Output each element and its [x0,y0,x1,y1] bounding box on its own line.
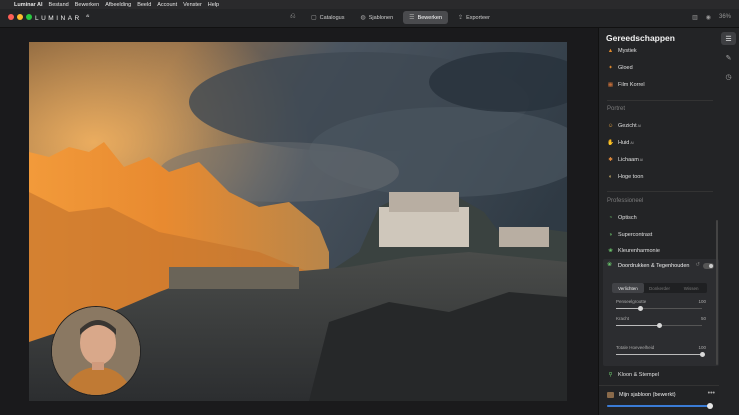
templates-icon: ◍ [360,15,366,21]
divider [607,191,713,192]
tool-kloon-stempel[interactable]: ⚲ Kloon & Stempel [607,370,658,380]
menu-file[interactable]: Bestand [49,2,69,8]
glow-icon: ✦ [608,64,613,71]
template-bar: Mijn sjabloon (bewerkt) ••• [599,385,719,415]
tool-gloed[interactable]: ✦ Gloed [607,63,633,73]
slider-label-totale-hoeveelheid: Totale Hoeveelheid [616,345,655,350]
tool-film-korrel[interactable]: ▦ Film Korrel [607,80,645,90]
zoom-window-button[interactable] [26,14,32,20]
mystical-icon: ▲ [607,47,614,54]
panel-title: Gereedschappen [606,33,675,43]
menu-image[interactable]: Afbeelding [105,2,131,8]
presenter-webcam [51,306,141,396]
brush-icon[interactable]: ✎ [721,51,736,64]
undo-icon[interactable]: ⎌ [290,13,296,21]
zoom-level[interactable]: 36% [719,14,731,21]
tab-exporteer[interactable]: ⇪ Exporteer [452,11,496,24]
clone-stamp-icon: ⚲ [608,371,613,378]
tool-lichaam[interactable]: ✱ Lichaam AI [607,155,643,165]
template-name[interactable]: Mijn sjabloon (bewerkt) [619,392,676,398]
view-controls: ▥ ◉ 36% [692,14,731,21]
high-key-icon: ◐ [608,173,613,180]
film-grain-icon: ▦ [607,81,614,88]
slider-knob[interactable] [637,306,643,311]
segment-verlichten[interactable]: Verlichten [612,283,644,293]
tool-kleurenharmonie[interactable]: ❀ Kleurenharmonie [607,246,660,256]
tool-mystiek[interactable]: ▲ Mystiek [607,46,637,56]
edit-icon: ☰ [409,15,415,21]
right-sidebar: Gereedschappen ▲ Mystiek ✦ Gloed ▦ Film Kor… [598,28,739,415]
reset-icon[interactable]: ↺ [695,262,700,268]
menu-bar: Luminar AI Bestand Bewerken Afbeelding B… [0,0,739,9]
tool-visibility-toggle[interactable] [703,263,714,269]
sliders-icon[interactable]: ☰ [721,32,736,45]
section-portret: Portret [607,106,626,112]
supercontrast-icon: ◑ [608,231,613,238]
slider-value-totale-hoeveelheid: 100 [698,345,706,350]
template-amount-slider[interactable] [607,403,713,409]
menu-view[interactable]: Beeld [137,2,151,8]
main-tabs: ▢ Catalogus ◍ Sjablonen ☰ Bewerken ⇪ Exporte… [305,11,496,24]
tool-supercontrast[interactable]: ◑ Supercontrast [607,230,652,240]
window-controls [8,14,32,20]
face-icon: ☺ [607,122,614,129]
menu-edit[interactable]: Bewerken [75,2,99,8]
slider-knob[interactable] [706,403,713,409]
optical-icon: ◔ [608,214,613,221]
section-professioneel: Professioneel [607,198,644,204]
tool-huid[interactable]: ✋ Huid AI [607,138,634,148]
history-icon[interactable]: ◷ [721,70,736,83]
image-canvas [0,28,598,415]
tool-hoge-toon[interactable]: ◐ Hoge toon [607,172,644,182]
color-harmony-icon: ❀ [608,247,613,254]
slider-knob[interactable] [699,352,705,357]
tab-catalogus[interactable]: ▢ Catalogus [305,11,350,24]
more-options-icon[interactable]: ••• [708,390,715,397]
slider-penseelgrootte[interactable] [616,306,702,311]
tab-bewerken[interactable]: ☰ Bewerken [403,11,449,24]
template-thumbnail [607,392,614,398]
tool-doordrukken-tegenhouden-expanded: ❀ Doordrukken & Tegenhouden ↺ Verlichten … [603,259,719,366]
preview-eye-icon[interactable]: ◉ [706,14,711,21]
luminar-logo: LUMINAR AI [35,14,90,23]
catalog-icon: ▢ [311,15,317,21]
tool-optisch[interactable]: ◔ Optisch [607,213,637,223]
segment-donkerder[interactable]: Donkerder [644,283,676,293]
slider-value-kracht: 50 [700,316,706,321]
menu-help[interactable]: Help [208,2,219,8]
slider-label-kracht: Kracht [616,316,630,321]
slider-kracht[interactable] [616,323,702,328]
slider-totale-hoeveelheid[interactable] [616,352,705,357]
close-window-button[interactable] [8,14,14,20]
slider-value-penseelgrootte: 100 [698,299,706,304]
title-bar: LUMINAR AI ⎌ ▢ Catalogus ◍ Sjablonen ☰ Bewe… [0,9,739,28]
minimize-window-button[interactable] [17,14,23,20]
tab-sjablonen[interactable]: ◍ Sjablonen [354,11,399,24]
tool-gezicht[interactable]: ☺ Gezicht AI [607,121,641,131]
divider [607,100,713,101]
tool-doordrukken-tegenhouden[interactable]: ❀ Doordrukken & Tegenhouden [607,262,689,269]
compare-icon[interactable]: ▥ [692,14,698,21]
slider-label-penseelgrootte: Penseelgrootte [616,299,647,304]
menu-window[interactable]: Venster [183,2,202,8]
tool-mode-column: ☰ ✎ ◷ [718,28,739,415]
dodge-burn-icon: ❀ [607,262,613,268]
slider-knob[interactable] [656,323,662,328]
tools-panel: Gereedschappen ▲ Mystiek ✦ Gloed ▦ Film Kor… [599,28,719,415]
body-icon: ✱ [608,156,613,163]
menu-app-name[interactable]: Luminar AI [14,2,43,8]
menu-account[interactable]: Account [157,2,177,8]
mode-segmented-control: Verlichten Donkerder Wissen [612,283,707,293]
segment-wissen[interactable]: Wissen [675,283,707,293]
skin-icon: ✋ [607,139,614,146]
export-icon: ⇪ [458,15,464,21]
